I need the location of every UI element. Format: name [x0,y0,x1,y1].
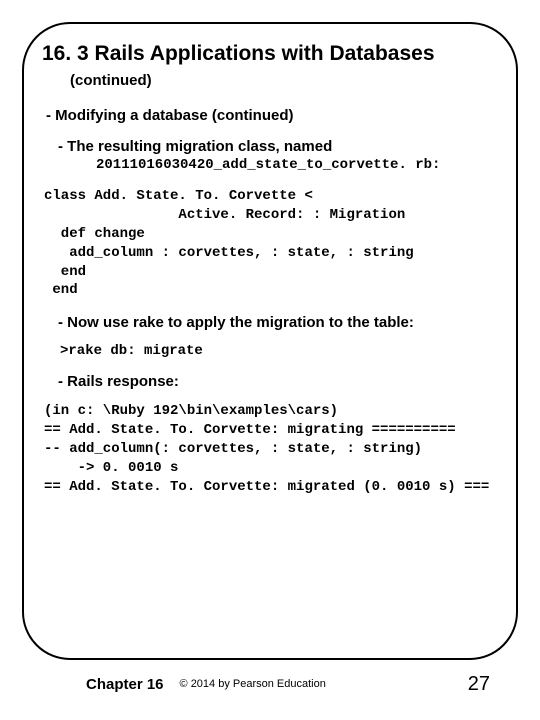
section-heading: - Modifying a database (continued) [46,107,498,124]
slide-subtitle: (continued) [70,72,498,89]
footer-page-number: 27 [468,673,490,696]
slide-frame: 16. 3 Rails Applications with Databases … [22,22,518,660]
migration-intro: - The resulting migration class, named [58,138,498,155]
rails-response-label: - Rails response: [58,373,498,390]
slide-title: 16. 3 Rails Applications with Databases [42,42,498,66]
slide-footer: Chapter 16 © 2014 by Pearson Education 2… [0,672,540,696]
footer-chapter: Chapter 16 [86,676,164,693]
rake-command: >rake db: migrate [60,343,498,359]
migration-filename: 20111016030420_add_state_to_corvette. rb… [96,157,498,173]
rails-output: (in c: \Ruby 192\bin\examples\cars) == A… [44,402,498,496]
migration-class-code: class Add. State. To. Corvette < Active.… [44,187,498,300]
rake-intro: - Now use rake to apply the migration to… [58,314,498,331]
footer-copyright: © 2014 by Pearson Education [180,678,468,690]
